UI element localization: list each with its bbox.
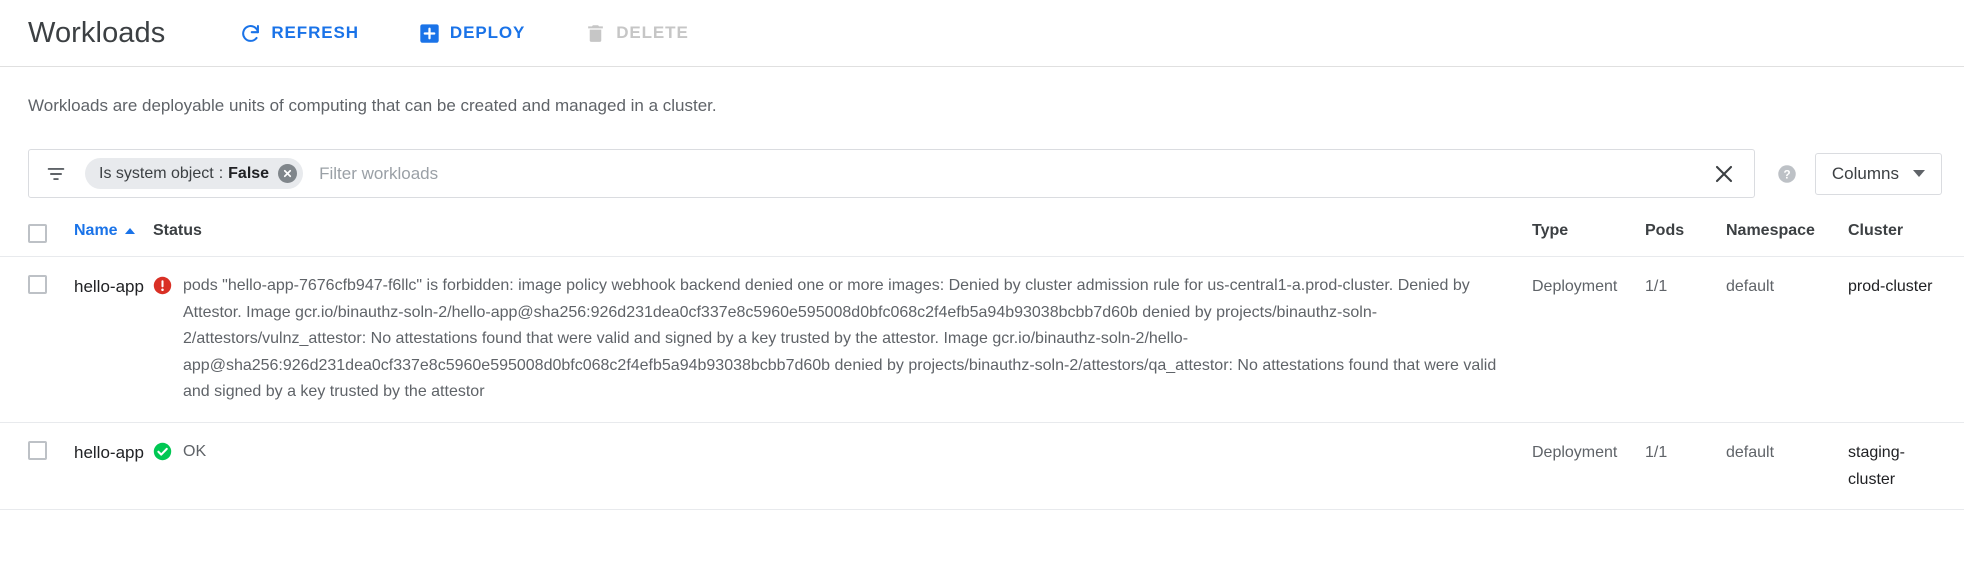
column-header-type[interactable]: Type — [1532, 222, 1645, 240]
filter-chip-key: Is system object — [99, 164, 214, 182]
action-button-group: REFRESH DEPLOY DELETE — [228, 15, 736, 52]
cluster-link[interactable]: prod-cluster — [1848, 278, 1932, 295]
columns-button[interactable]: Columns — [1814, 152, 1942, 195]
workload-name-link[interactable]: hello-app — [74, 277, 144, 296]
workloads-table: Name Status Type Pods Namespace Cluster … — [0, 220, 1964, 510]
refresh-icon — [240, 23, 261, 44]
column-header-name-label: Name — [74, 222, 118, 239]
filter-input[interactable] — [317, 162, 1708, 185]
table-header-row: Name Status Type Pods Namespace Cluster — [0, 220, 1964, 257]
table-row[interactable]: hello-app pods "hello-app-7676cfb947-f6l… — [0, 257, 1964, 423]
error-icon — [153, 276, 172, 295]
status-message: OK — [183, 442, 207, 460]
filter-chip-value: False — [228, 164, 270, 182]
cell-status: OK — [153, 439, 1532, 463]
add-box-icon — [419, 23, 440, 44]
filter-chip-separator: : — [218, 164, 224, 182]
filter-list-icon[interactable] — [45, 163, 67, 185]
status-message: pods "hello-app-7676cfb947-f6llc" is for… — [183, 277, 1497, 401]
refresh-button-label: REFRESH — [271, 23, 359, 42]
clear-filter-button[interactable] — [1708, 158, 1740, 190]
cell-pods: 1/1 — [1645, 443, 1668, 461]
cluster-link[interactable]: staging-cluster — [1848, 444, 1905, 488]
filter-row: Is system object : False ? Columns — [28, 149, 1964, 198]
check-circle-icon — [153, 442, 172, 461]
cell-namespace: default — [1726, 443, 1775, 461]
cell-name: hello-app — [74, 439, 153, 466]
page-description: Workloads are deployable units of comput… — [28, 96, 717, 115]
cell-pods: 1/1 — [1645, 278, 1668, 295]
row-select-cell — [28, 273, 74, 294]
filter-bar[interactable]: Is system object : False — [28, 149, 1755, 198]
columns-button-label: Columns — [1831, 163, 1899, 183]
column-header-name[interactable]: Name — [74, 222, 153, 240]
table-row[interactable]: hello-app OK Deployment 1/1 default stag… — [0, 423, 1964, 510]
clear-icon — [1712, 162, 1736, 186]
column-header-cluster[interactable]: Cluster — [1848, 222, 1942, 240]
select-all-cell — [28, 222, 74, 243]
chevron-down-icon — [1913, 170, 1925, 177]
cell-cluster: staging-cluster — [1848, 439, 1942, 493]
cell-type: Deployment — [1532, 278, 1618, 295]
cell-namespace: default — [1726, 278, 1775, 295]
deploy-button[interactable]: DEPLOY — [407, 15, 537, 52]
deploy-button-label: DEPLOY — [449, 23, 526, 42]
page-title: Workloads — [28, 16, 166, 49]
filter-chip-is-system-object[interactable]: Is system object : False — [85, 158, 304, 189]
svg-text:?: ? — [1783, 168, 1790, 181]
row-select-cell — [28, 439, 74, 460]
row-checkbox[interactable] — [28, 275, 47, 294]
help-icon[interactable]: ? — [1777, 164, 1797, 184]
delete-button[interactable]: DELETE — [573, 15, 700, 52]
column-header-namespace[interactable]: Namespace — [1726, 222, 1848, 240]
chip-remove-icon[interactable] — [278, 164, 298, 183]
cell-status: pods "hello-app-7676cfb947-f6llc" is for… — [153, 273, 1532, 406]
cell-name: hello-app — [74, 273, 153, 300]
top-action-bar: Workloads REFRESH DEPLOY DELETE — [0, 0, 1964, 67]
row-checkbox[interactable] — [28, 440, 47, 460]
workload-name-link[interactable]: hello-app — [74, 443, 144, 462]
column-header-pods[interactable]: Pods — [1645, 222, 1726, 240]
trash-icon — [585, 23, 606, 44]
column-header-status[interactable]: Status — [153, 222, 1532, 240]
refresh-button[interactable]: REFRESH — [228, 15, 371, 52]
select-all-checkbox[interactable] — [28, 224, 47, 243]
delete-button-label: DELETE — [616, 23, 689, 42]
cell-type: Deployment — [1532, 443, 1618, 461]
cell-cluster: prod-cluster — [1848, 273, 1942, 300]
sort-ascending-icon — [124, 228, 135, 234]
